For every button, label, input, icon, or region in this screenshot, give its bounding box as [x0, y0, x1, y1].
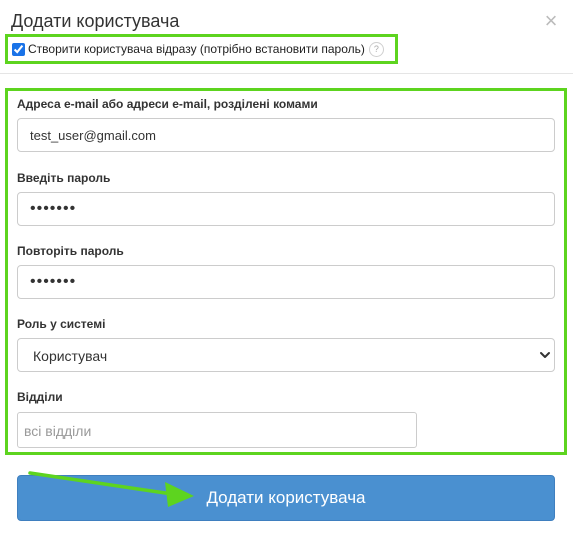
departments-placeholder: всі відділи — [24, 423, 92, 439]
create-now-option[interactable]: Створити користувача відразу (потрібно в… — [12, 40, 384, 58]
password-repeat-label: Повторіть пароль — [17, 244, 124, 258]
password-field[interactable]: ••••••• — [17, 192, 555, 226]
email-label: Адреса e-mail або адреси e-mail, розділе… — [17, 97, 318, 111]
departments-input[interactable]: всі відділи — [17, 412, 417, 448]
header-divider — [0, 73, 573, 74]
password-label: Введіть пароль — [17, 171, 111, 185]
help-icon[interactable]: ? — [368, 41, 384, 57]
role-label: Роль у системі — [17, 317, 106, 331]
role-select-value: Користувач — [33, 348, 108, 364]
create-now-checkbox[interactable] — [12, 42, 25, 56]
password-repeat-field[interactable]: ••••••• — [17, 265, 555, 299]
email-field[interactable] — [17, 118, 555, 152]
role-select[interactable]: Користувач — [17, 338, 555, 372]
create-now-label: Створити користувача відразу (потрібно в… — [28, 42, 365, 56]
departments-label: Відділи — [17, 390, 63, 404]
chevron-down-icon — [540, 352, 550, 358]
add-user-button[interactable]: Додати користувача — [17, 475, 555, 521]
close-icon[interactable]: × — [541, 10, 561, 32]
dialog-title: Додати користувача — [11, 11, 180, 31]
